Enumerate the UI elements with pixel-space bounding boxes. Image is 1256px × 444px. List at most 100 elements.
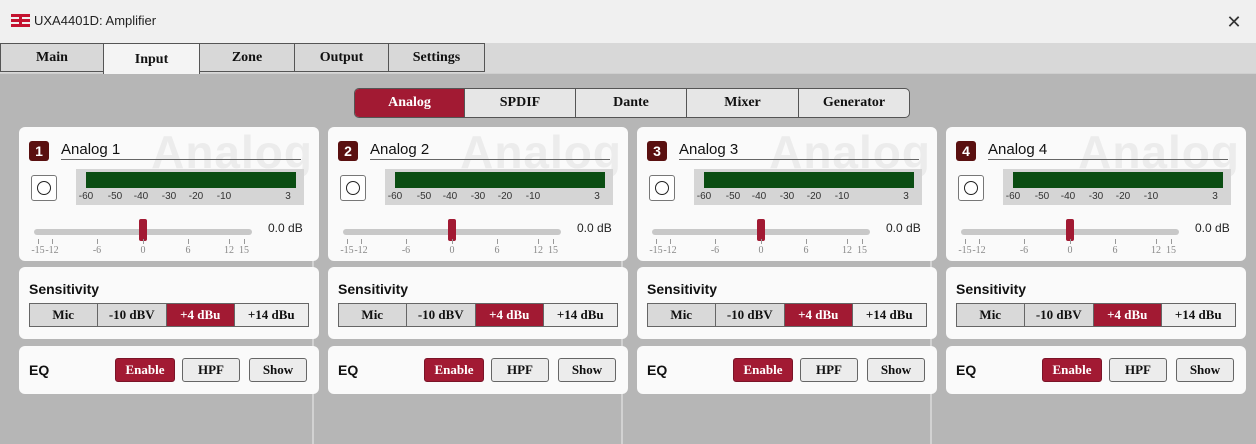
channel-1-eq-panel: EQ Enable HPF Show [19, 346, 319, 394]
sensitivity-plus14dbu-button[interactable]: +14 dBu [1161, 304, 1235, 326]
slider-tick [806, 239, 807, 244]
eq-hpf-button[interactable]: HPF [491, 358, 549, 382]
channel-name-field[interactable]: Analog 1 [61, 141, 120, 158]
meter-scale-label: -60 [387, 191, 403, 202]
sensitivity-plus14dbu-button[interactable]: +14 dBu [543, 304, 617, 326]
sensitivity-plus4dbu-button[interactable]: +4 dBu [1094, 304, 1162, 326]
channel-power-button[interactable] [958, 175, 984, 201]
eq-hpf-button[interactable]: HPF [1109, 358, 1167, 382]
sensitivity-selector: Mic -10 dBV +4 dBu +14 dBu [29, 303, 309, 327]
channel-2-eq-panel: EQ Enable HPF Show [328, 346, 628, 394]
level-meter: -60 -50 -40 -30 -20 -10 3 [385, 169, 613, 205]
channel-3-eq-panel: EQ Enable HPF Show [637, 346, 937, 394]
meter-scale-label: -10 [216, 191, 232, 202]
meter-scale-label: -60 [1005, 191, 1021, 202]
meter-scale: -60 -50 -40 -30 -20 -10 3 [694, 191, 922, 203]
sensitivity-minus10dbv-button[interactable]: -10 dBV [1024, 304, 1095, 326]
eq-show-button[interactable]: Show [1176, 358, 1234, 382]
slider-tick-label: 12 [1151, 245, 1161, 256]
subtab-mixer[interactable]: Mixer [687, 89, 799, 117]
subtab-spdif[interactable]: SPDIF [465, 89, 576, 117]
slider-tick [715, 239, 716, 244]
gain-slider-scale: -15 -12 -6 0 6 12 15 [946, 239, 1186, 261]
eq-enable-button[interactable]: Enable [424, 358, 484, 382]
eq-hpf-button[interactable]: HPF [182, 358, 240, 382]
sensitivity-mic-button[interactable]: Mic [30, 304, 98, 326]
meter-scale-label: 3 [903, 191, 909, 202]
slider-tick [229, 239, 230, 244]
eq-label: EQ [647, 362, 668, 378]
meter-scale-label: 3 [594, 191, 600, 202]
channel-name-field[interactable]: Analog 2 [370, 141, 429, 158]
channel-power-button[interactable] [340, 175, 366, 201]
channel-name-field[interactable]: Analog 3 [679, 141, 738, 158]
level-meter: -60 -50 -40 -30 -20 -10 3 [694, 169, 922, 205]
tab-main[interactable]: Main [0, 43, 104, 72]
gain-slider-thumb[interactable] [448, 219, 456, 241]
subtab-analog[interactable]: Analog [355, 89, 465, 117]
slider-tick-label: 6 [1112, 245, 1118, 256]
gain-slider-thumb[interactable] [757, 219, 765, 241]
sensitivity-plus14dbu-button[interactable]: +14 dBu [234, 304, 308, 326]
tab-output[interactable]: Output [294, 43, 389, 72]
sensitivity-plus4dbu-button[interactable]: +4 dBu [785, 304, 853, 326]
gain-slider-thumb[interactable] [1066, 219, 1074, 241]
gain-value: 0.0 dB [268, 221, 303, 235]
sensitivity-selector: Mic -10 dBV +4 dBu +14 dBu [647, 303, 927, 327]
eq-enable-button[interactable]: Enable [1042, 358, 1102, 382]
sensitivity-minus10dbv-button[interactable]: -10 dBV [406, 304, 477, 326]
tab-input[interactable]: Input [103, 43, 200, 74]
meter-bar [395, 172, 605, 188]
gain-value: 0.0 dB [886, 221, 921, 235]
channel-power-button[interactable] [31, 175, 57, 201]
slider-tick [244, 239, 245, 244]
slider-tick [847, 239, 848, 244]
subtab-dante[interactable]: Dante [576, 89, 687, 117]
slider-tick-label: 0 [449, 245, 455, 256]
slider-tick [188, 239, 189, 244]
sensitivity-plus14dbu-button[interactable]: +14 dBu [852, 304, 926, 326]
sensitivity-mic-button[interactable]: Mic [957, 304, 1025, 326]
slider-tick-label: -15 [649, 245, 663, 256]
slider-tick-label: 15 [548, 245, 558, 256]
sensitivity-plus4dbu-button[interactable]: +4 dBu [476, 304, 544, 326]
meter-scale-label: -20 [188, 191, 204, 202]
channel-4-eq-panel: EQ Enable HPF Show [946, 346, 1246, 394]
slider-tick [347, 239, 348, 244]
app-logo-icon [11, 14, 30, 27]
close-button[interactable]: ✕ [1222, 10, 1246, 34]
title-bar: UXA4401D: Amplifier ✕ [0, 0, 1256, 43]
slider-tick-label: -6 [92, 245, 102, 256]
sensitivity-mic-button[interactable]: Mic [648, 304, 716, 326]
channel-name-underline [679, 159, 919, 160]
slider-tick-label: 12 [842, 245, 852, 256]
gain-slider-thumb[interactable] [139, 219, 147, 241]
eq-show-button[interactable]: Show [558, 358, 616, 382]
slider-tick-label: 0 [1067, 245, 1073, 256]
eq-show-button[interactable]: Show [867, 358, 925, 382]
channel-number-badge: 4 [956, 141, 976, 161]
eq-show-button[interactable]: Show [249, 358, 307, 382]
channel-power-button[interactable] [649, 175, 675, 201]
meter-scale: -60 -50 -40 -30 -20 -10 3 [385, 191, 613, 203]
slider-tick [1171, 239, 1172, 244]
slider-tick-label: 6 [185, 245, 191, 256]
eq-enable-button[interactable]: Enable [733, 358, 793, 382]
slider-tick [670, 239, 671, 244]
sensitivity-minus10dbv-button[interactable]: -10 dBV [97, 304, 168, 326]
sensitivity-plus4dbu-button[interactable]: +4 dBu [167, 304, 235, 326]
slider-tick [965, 239, 966, 244]
slider-tick-label: 6 [494, 245, 500, 256]
sensitivity-mic-button[interactable]: Mic [339, 304, 407, 326]
tab-zone[interactable]: Zone [199, 43, 295, 72]
channel-name-field[interactable]: Analog 4 [988, 141, 1047, 158]
subtab-generator[interactable]: Generator [799, 89, 909, 117]
eq-hpf-button[interactable]: HPF [800, 358, 858, 382]
eq-enable-button[interactable]: Enable [115, 358, 175, 382]
slider-tick-label: -12 [663, 245, 677, 256]
gain-slider-scale: -15 -12 -6 0 6 12 15 [637, 239, 877, 261]
tab-settings[interactable]: Settings [388, 43, 485, 72]
slider-tick [979, 239, 980, 244]
sensitivity-minus10dbv-button[interactable]: -10 dBV [715, 304, 786, 326]
meter-scale-label: -10 [525, 191, 541, 202]
